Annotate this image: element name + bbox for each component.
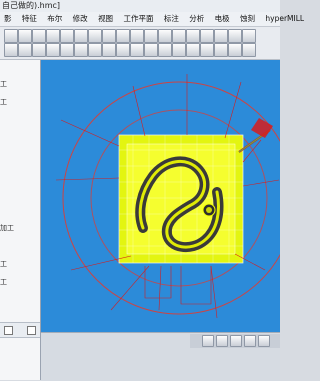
toolbar-button-13[interactable] xyxy=(172,29,186,43)
render-button-2[interactable] xyxy=(216,335,228,347)
toolbar-button-32[interactable] xyxy=(186,43,200,57)
toolbar-button-18[interactable] xyxy=(242,29,256,43)
tree-item-2[interactable]: 工 xyxy=(0,98,38,107)
menu-item-9[interactable]: 蚀刻 xyxy=(236,12,259,26)
render-mode-bar xyxy=(190,334,280,348)
render-button-3[interactable] xyxy=(230,335,242,347)
menu-item-5[interactable]: 工作平面 xyxy=(119,12,157,26)
main-toolbar xyxy=(0,27,280,60)
toolbar-button-14[interactable] xyxy=(186,29,200,43)
toolbar-button-26[interactable] xyxy=(102,43,116,57)
menu-item-2[interactable]: 布尔 xyxy=(43,12,66,26)
toolbar-button-8[interactable] xyxy=(102,29,116,43)
toolbar-button-24[interactable] xyxy=(74,43,88,57)
toolbar-button-16[interactable] xyxy=(214,29,228,43)
menu-item-3[interactable]: 修改 xyxy=(69,12,92,26)
window-title: 自己做的).hmc] xyxy=(2,1,61,10)
toolbar-button-34[interactable] xyxy=(214,43,228,57)
toolbar-button-29[interactable] xyxy=(144,43,158,57)
toolbar-button-4[interactable] xyxy=(46,29,60,43)
toolbar-button-25[interactable] xyxy=(88,43,102,57)
tree-item-1[interactable]: 工 xyxy=(0,80,38,89)
toolbar-button-22[interactable] xyxy=(46,43,60,57)
toolbar-button-21[interactable] xyxy=(32,43,46,57)
menu-item-8[interactable]: 电极 xyxy=(211,12,234,26)
toolbar-button-15[interactable] xyxy=(200,29,214,43)
toolbar-button-28[interactable] xyxy=(130,43,144,57)
tree-item-12[interactable]: 工 xyxy=(0,278,38,287)
tool-head xyxy=(251,118,273,138)
left-tree-pane: 工 工 加工 工 工 xyxy=(0,60,41,380)
menu-item-4[interactable]: 视图 xyxy=(94,12,117,26)
toolbar-button-6[interactable] xyxy=(74,29,88,43)
toolbar-button-7[interactable] xyxy=(88,29,102,43)
toolbar-button-12[interactable] xyxy=(158,29,172,43)
toolbar-button-11[interactable] xyxy=(144,29,158,43)
tree-item-10[interactable] xyxy=(0,242,38,251)
toolbar-button-10[interactable] xyxy=(130,29,144,43)
toolbar-button-35[interactable] xyxy=(228,43,242,57)
render-button-4[interactable] xyxy=(244,335,256,347)
tree-item-6[interactable] xyxy=(0,170,38,179)
tree-item-3[interactable] xyxy=(0,116,38,125)
tree-item-7[interactable] xyxy=(0,188,38,197)
left-pane-checkbox-1[interactable] xyxy=(4,326,13,335)
toolbar-button-27[interactable] xyxy=(116,43,130,57)
toolbar-button-23[interactable] xyxy=(60,43,74,57)
toolbar-button-30[interactable] xyxy=(158,43,172,57)
menu-item-0[interactable]: 影 xyxy=(0,12,16,26)
toolbar-button-9[interactable] xyxy=(116,29,130,43)
menu-item-1[interactable]: 特征 xyxy=(18,12,41,26)
menu-item-7[interactable]: 分析 xyxy=(185,12,208,26)
tree-item-4[interactable] xyxy=(0,134,38,143)
toolbar-button-17[interactable] xyxy=(228,29,242,43)
hole-1-center xyxy=(206,207,212,213)
toolbar-button-20[interactable] xyxy=(18,43,32,57)
toolbar-button-31[interactable] xyxy=(172,43,186,57)
menu-item-6[interactable]: 标注 xyxy=(160,12,183,26)
tree-item-5[interactable] xyxy=(0,152,38,161)
toolbar-button-2[interactable] xyxy=(18,29,32,43)
tree-item-8[interactable] xyxy=(0,206,38,215)
render-button-5[interactable] xyxy=(258,335,270,347)
render-button-1[interactable] xyxy=(202,335,214,347)
toolbar-button-5[interactable] xyxy=(60,29,74,43)
left-pane-checkbox-2[interactable] xyxy=(27,326,36,335)
menu-item-10[interactable]: hyperMILL xyxy=(261,12,308,26)
tree-item-11[interactable]: 工 xyxy=(0,260,38,269)
window-title-bar: 自己做的).hmc] xyxy=(0,0,280,12)
toolbar-button-3[interactable] xyxy=(32,29,46,43)
menu-bar: 影 特征 布尔 修改 视图 工作平面 标注 分析 电极 蚀刻 hyperMILL xyxy=(0,12,304,27)
toolbar-button-19[interactable] xyxy=(4,43,18,57)
tree-item-9[interactable]: 加工 xyxy=(0,224,38,233)
left-pane-tab-strip xyxy=(0,322,40,338)
toolbar-button-36[interactable] xyxy=(242,43,256,57)
toolbar-button-1[interactable] xyxy=(4,29,18,43)
toolbar-button-33[interactable] xyxy=(200,43,214,57)
